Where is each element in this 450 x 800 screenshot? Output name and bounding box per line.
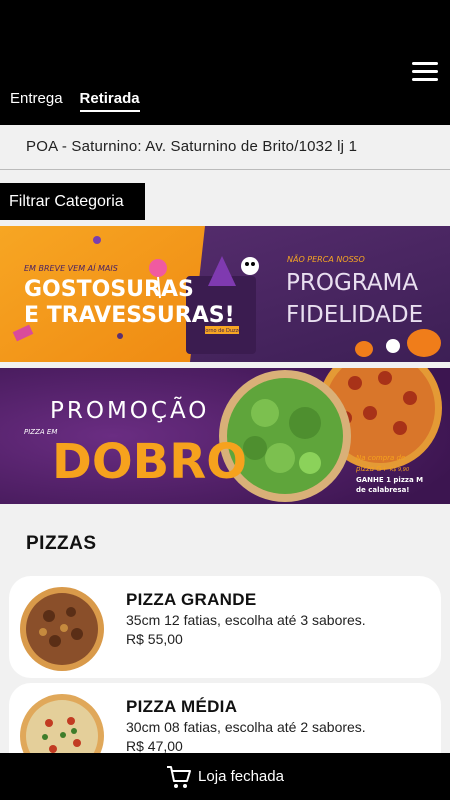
delivery-mode-tabs: Entrega Retirada bbox=[10, 90, 140, 112]
skull-icon bbox=[241, 257, 259, 275]
banner1-small-text: EM BREVE VEM AÍ MAIS bbox=[24, 262, 118, 273]
banner1-title-1: GOSTOSURAS bbox=[24, 277, 194, 302]
promo-note-3: GANHE 1 pizza M bbox=[356, 476, 423, 484]
promo-big-word: DOBRO bbox=[52, 434, 247, 490]
product-description: 35cm 12 fatias, escolha até 3 sabores. bbox=[126, 612, 366, 628]
banner1-title-2: E TRAVESSURAS! bbox=[24, 303, 235, 328]
tab-entrega[interactable]: Entrega bbox=[10, 90, 63, 112]
store-address: POA - Saturnino: Av. Saturnino de Brito/… bbox=[26, 138, 358, 155]
promo-note-2: pizza G+ bbox=[355, 465, 388, 473]
product-name: PIZZA MÉDIA bbox=[126, 697, 238, 716]
product-card-pizza-grande[interactable]: PIZZA GRANDE 35cm 12 fatias, escolha até… bbox=[9, 576, 441, 678]
product-description: 30cm 08 fatias, escolha até 2 sabores. bbox=[126, 719, 366, 735]
top-header: Entrega Retirada bbox=[0, 0, 450, 125]
store-status-label: Loja fechada bbox=[198, 768, 284, 785]
halloween-banner-art: Forno de Duzzo EM BREVE VEM AÍ MAIS GOST… bbox=[0, 226, 450, 362]
pumpkin-icon bbox=[407, 329, 441, 357]
store-status-bar[interactable]: Loja fechada bbox=[0, 753, 450, 800]
hamburger-menu-icon[interactable] bbox=[412, 62, 438, 82]
halloween-loyalty-banner[interactable]: Forno de Duzzo EM BREVE VEM AÍ MAIS GOST… bbox=[0, 226, 450, 362]
promo-note-1: Na compra de bbox=[356, 454, 405, 462]
product-price: R$ 55,00 bbox=[126, 631, 183, 647]
store-address-bar[interactable]: POA - Saturnino: Av. Saturnino de Brito/… bbox=[0, 125, 450, 170]
promo-note-price: R$ 9,90 bbox=[390, 467, 409, 473]
promo-title: PROMOÇÃO bbox=[50, 396, 209, 424]
banner1-right-title-1: PROGRAMA bbox=[286, 270, 418, 296]
cart-icon bbox=[167, 765, 192, 788]
product-price: R$ 47,00 bbox=[126, 738, 183, 754]
promo-banner-art: PROMOÇÃO PIZZA EM DOBRO Na compra de piz… bbox=[0, 368, 450, 504]
promo-pizza-dobro-banner[interactable]: PROMOÇÃO PIZZA EM DOBRO Na compra de piz… bbox=[0, 368, 450, 504]
product-name: PIZZA GRANDE bbox=[126, 590, 257, 609]
banner1-right-small: NÃO PERCA NOSSO bbox=[287, 254, 365, 264]
section-title-pizzas: PIZZAS bbox=[26, 533, 97, 554]
tab-retirada[interactable]: Retirada bbox=[79, 90, 140, 112]
bag-label: Forno de Duzzo bbox=[203, 328, 242, 334]
filter-category-button[interactable]: Filtrar Categoria bbox=[0, 183, 145, 220]
banner1-right-title-2: FIDELIDADE bbox=[286, 302, 423, 328]
svg-text:pizza G+ R$ 9,90: pizza G+ R$ 9,90 bbox=[355, 465, 409, 473]
promo-note-4: de calabresa! bbox=[356, 486, 409, 494]
lollipop-icon bbox=[149, 259, 167, 277]
pizza-grande-image bbox=[20, 587, 104, 671]
app-screen: Entrega Retirada POA - Saturnino: Av. Sa… bbox=[0, 0, 450, 800]
